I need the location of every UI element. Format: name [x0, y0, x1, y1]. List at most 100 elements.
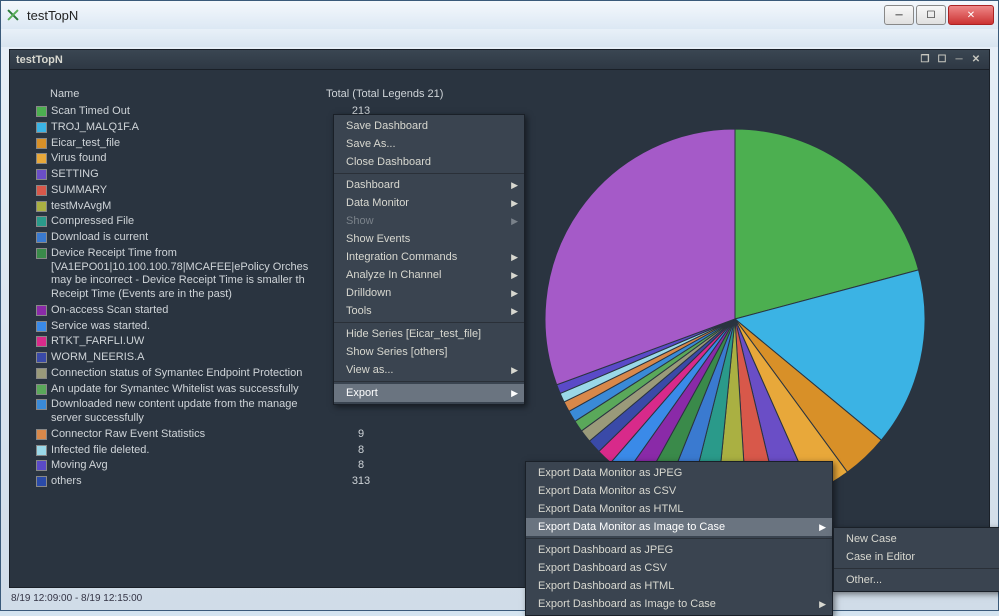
legend-row[interactable]: Moving Avg8: [36, 458, 474, 474]
maximize-button[interactable]: ☐: [916, 5, 946, 25]
legend-item-value: 8: [331, 444, 391, 456]
menu-item[interactable]: Export Data Monitor as CSV: [526, 482, 832, 500]
menu-item[interactable]: Export Data Monitor as JPEG: [526, 464, 832, 482]
menu-item[interactable]: Other...: [834, 571, 999, 589]
legend-item-name: An update for Symantec Whitelist was suc…: [51, 383, 331, 397]
legend-item-name: Moving Avg: [51, 459, 331, 473]
legend-item-name: On-access Scan started: [51, 304, 331, 318]
menu-item-label: Analyze In Channel: [346, 269, 441, 281]
context-menu-main[interactable]: Save Dashboard Save As... Close Dashboard D…: [333, 114, 525, 405]
menu-item-label: Show Events: [346, 233, 410, 245]
window-titlebar[interactable]: testTopN ─ ☐ ✕: [1, 1, 998, 29]
menu-item[interactable]: Close Dashboard: [334, 153, 524, 171]
legend-swatch: [36, 399, 47, 410]
status-bar: 8/19 12:09:00 - 8/19 12:15:00: [9, 590, 990, 606]
menu-item[interactable]: Drilldown▶: [334, 284, 524, 302]
legend-item-name: Eicar_test_file: [51, 137, 331, 151]
menu-item[interactable]: Integration Commands▶: [334, 248, 524, 266]
legend-row[interactable]: others313: [36, 474, 474, 490]
legend-swatch: [36, 476, 47, 487]
menu-item[interactable]: Show Series [others]: [334, 343, 524, 361]
panel-close-icon[interactable]: ✕: [969, 54, 983, 66]
menu-item-label: Dashboard: [346, 179, 400, 191]
panel-header: testTopN ❐ ☐ ─ ✕: [10, 50, 989, 70]
menu-item-label: Export Dashboard as JPEG: [538, 544, 673, 556]
menu-item-label: Show Series [others]: [346, 346, 448, 358]
menu-item[interactable]: Data Monitor ▶: [334, 194, 524, 212]
menu-item[interactable]: Export Dashboard as JPEG: [526, 541, 832, 559]
legend-swatch: [36, 122, 47, 133]
menu-item-label: Export Dashboard as Image to Case: [538, 598, 716, 610]
legend-item-name: SUMMARY: [51, 184, 331, 198]
menu-item-label: Data Monitor: [346, 197, 409, 209]
legend-item-name: others: [51, 475, 331, 489]
menu-item[interactable]: Dashboard▶: [334, 176, 524, 194]
titlebar-subtext: [1, 29, 998, 47]
legend-item-name: testMvAvgM: [51, 200, 331, 214]
menu-item-label: New Case: [846, 533, 897, 545]
menu-item[interactable]: Save Dashboard: [334, 117, 524, 135]
menu-item[interactable]: Export▶: [334, 384, 524, 402]
menu-separator: [334, 381, 524, 382]
legend-swatch: [36, 153, 47, 164]
legend-item-name: Downloaded new content update from the m…: [51, 398, 331, 426]
legend-swatch: [36, 305, 47, 316]
legend-header: Name Total (Total Legends 21): [36, 88, 474, 100]
legend-swatch: [36, 106, 47, 117]
menu-item[interactable]: Show Events: [334, 230, 524, 248]
legend-item-name: SETTING: [51, 168, 331, 182]
legend-row[interactable]: Connector Raw Event Statistics9: [36, 427, 474, 443]
menu-item[interactable]: Tools ▶: [334, 302, 524, 320]
legend-item-name: Download is current: [51, 231, 331, 245]
submenu-arrow-icon: ▶: [511, 270, 518, 281]
panel-restore-icon[interactable]: ❐: [918, 54, 932, 66]
menu-item-label: Export Dashboard as HTML: [538, 580, 674, 592]
menu-item[interactable]: Export Dashboard as HTML: [526, 577, 832, 595]
submenu-arrow-icon: ▶: [511, 216, 518, 227]
legend-swatch: [36, 352, 47, 363]
menu-item-label: Export Data Monitor as CSV: [538, 485, 676, 497]
legend-swatch: [36, 384, 47, 395]
panel-minimize-icon[interactable]: ─: [952, 54, 966, 66]
menu-item[interactable]: View as...▶: [334, 361, 524, 379]
panel-title: testTopN: [16, 54, 63, 66]
menu-item-label: Export: [346, 387, 378, 399]
menu-item[interactable]: Export Dashboard as CSV: [526, 559, 832, 577]
context-menu-export[interactable]: Export Data Monitor as JPEG Export Data M…: [525, 461, 833, 616]
submenu-arrow-icon: ▶: [511, 306, 518, 317]
menu-item[interactable]: Case in Editor: [834, 548, 999, 566]
menu-item[interactable]: Save As...: [334, 135, 524, 153]
menu-item-label: Case in Editor: [846, 551, 915, 563]
submenu-arrow-icon: ▶: [511, 252, 518, 263]
menu-item-label: Tools: [346, 305, 372, 317]
legend-item-name: Connection status of Symantec Endpoint P…: [51, 367, 331, 381]
minimize-button[interactable]: ─: [884, 5, 914, 25]
panel-maximize-icon[interactable]: ☐: [935, 54, 949, 66]
menu-separator: [526, 538, 832, 539]
legend-row[interactable]: Infected file deleted.8: [36, 443, 474, 459]
menu-item: Show▶: [334, 212, 524, 230]
legend-swatch: [36, 232, 47, 243]
menu-item[interactable]: Hide Series [Eicar_test_file]: [334, 325, 524, 343]
legend-item-name: Connector Raw Event Statistics: [51, 428, 331, 442]
menu-item[interactable]: Export Data Monitor as Image to Case▶: [526, 518, 832, 536]
legend-swatch: [36, 248, 47, 259]
legend-swatch: [36, 321, 47, 332]
legend-header-total: Total (Total Legends 21): [326, 88, 443, 100]
application-window: testTopN ─ ☐ ✕ testTopN ❐ ☐ ─ ✕ Name Tot…: [0, 0, 999, 611]
close-button[interactable]: ✕: [948, 5, 994, 25]
context-menu-case[interactable]: New Case Case in Editor Other...: [833, 527, 999, 592]
menu-item[interactable]: Export Dashboard as Image to Case ▶: [526, 595, 832, 613]
legend-item-value: 9: [331, 428, 391, 440]
legend-swatch: [36, 368, 47, 379]
submenu-arrow-icon: ▶: [819, 599, 826, 610]
menu-item[interactable]: Analyze In Channel ▶: [334, 266, 524, 284]
legend-swatch: [36, 201, 47, 212]
menu-item-label: Export Data Monitor as Image to Case: [538, 521, 725, 533]
menu-item[interactable]: Export Data Monitor as HTML: [526, 500, 832, 518]
legend-item-name: Scan Timed Out: [51, 105, 331, 119]
menu-item-label: Save As...: [346, 138, 396, 150]
pie-chart[interactable]: [535, 119, 935, 519]
submenu-arrow-icon: ▶: [511, 198, 518, 209]
menu-item[interactable]: New Case: [834, 530, 999, 548]
